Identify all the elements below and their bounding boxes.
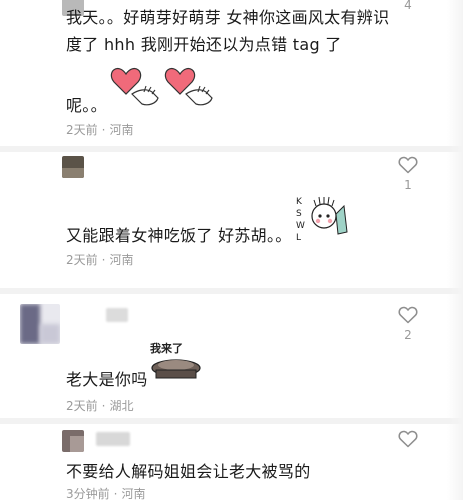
like-button[interactable]: 1 (397, 156, 419, 192)
comment-text: 老大是你吗 (66, 366, 403, 393)
avatar[interactable] (62, 430, 84, 452)
comment-text: 我天。。好萌芽好萌芽 女神你这画风太有辨识度了 hhh 我刚开始还以为点错 ta… (66, 4, 403, 58)
comment-text-body: 老大是你吗 (66, 370, 148, 389)
comment-location: 河南 (109, 253, 134, 267)
like-count: 1 (404, 178, 412, 192)
comment-item: 不要给人解码姐姐会让老大被骂的 3分钟前 · 河南 (0, 424, 463, 500)
sticker-label: 我来了 (150, 341, 183, 355)
avatar[interactable] (62, 156, 84, 178)
heart-outline-icon (398, 430, 418, 448)
like-button[interactable]: 4 (397, 0, 419, 12)
edge-shadow (447, 0, 463, 500)
comment-location: 河南 (121, 487, 146, 500)
like-button[interactable]: 2 (397, 306, 419, 342)
username-redacted (96, 432, 130, 446)
like-count: 4 (404, 0, 412, 12)
like-button[interactable] (397, 430, 419, 448)
comment-text-tail: 呢。。 (66, 92, 403, 119)
comment-item: 2 我来了 老大是你吗 2天前 · 湖北 (0, 294, 463, 422)
meta-separator: · (101, 253, 106, 267)
comment-text-body: 不要给人解码姐姐会让老大被骂的 (66, 462, 311, 481)
comment-item: 我天。。好萌芽好萌芽 女神你这画风太有辨识度了 hhh 我刚开始还以为点错 ta… (0, 0, 463, 150)
meta-separator: · (113, 487, 118, 500)
comment-time: 3分钟前 (66, 487, 110, 500)
comment-text: 不要给人解码姐姐会让老大被骂的 (66, 458, 403, 485)
heart-outline-icon (398, 156, 418, 174)
heart-outline-icon (398, 306, 418, 324)
comment-time: 2天前 (66, 253, 98, 267)
like-count: 2 (404, 328, 412, 342)
comment-text: 又能跟着女神吃饭了 好苏胡。。 (66, 222, 403, 249)
svg-text:S: S (296, 209, 302, 219)
comment-text-body: 又能跟着女神吃饭了 好苏胡。。 (66, 226, 292, 245)
comment-meta: 2天前 · 河南 (66, 252, 133, 268)
comment-location: 河南 (109, 123, 134, 137)
comment-time: 2天前 (66, 123, 98, 137)
comment-text-tail-body: 呢。。 (66, 96, 107, 115)
meta-separator: · (101, 399, 106, 413)
svg-text:K: K (296, 197, 303, 207)
comment-list: 我天。。好萌芽好萌芽 女神你这画风太有辨识度了 hhh 我刚开始还以为点错 ta… (0, 0, 463, 500)
comment-meta: 2天前 · 湖北 (66, 398, 133, 414)
username-redacted (106, 308, 128, 322)
comment-location: 湖北 (109, 399, 134, 413)
comment-time: 2天前 (66, 399, 98, 413)
avatar[interactable] (20, 304, 60, 344)
comment-item: 1 K S W L 又能跟着女神吃饭了 好苏胡。。 2天前 · 河南 (0, 152, 463, 292)
comment-meta: 2天前 · 河南 (66, 122, 133, 138)
meta-separator: · (101, 123, 106, 137)
comment-text-body: 我天。。好萌芽好萌芽 女神你这画风太有辨识度了 hhh 我刚开始还以为点错 ta… (66, 8, 390, 54)
comment-meta: 3分钟前 · 河南 (66, 486, 145, 500)
